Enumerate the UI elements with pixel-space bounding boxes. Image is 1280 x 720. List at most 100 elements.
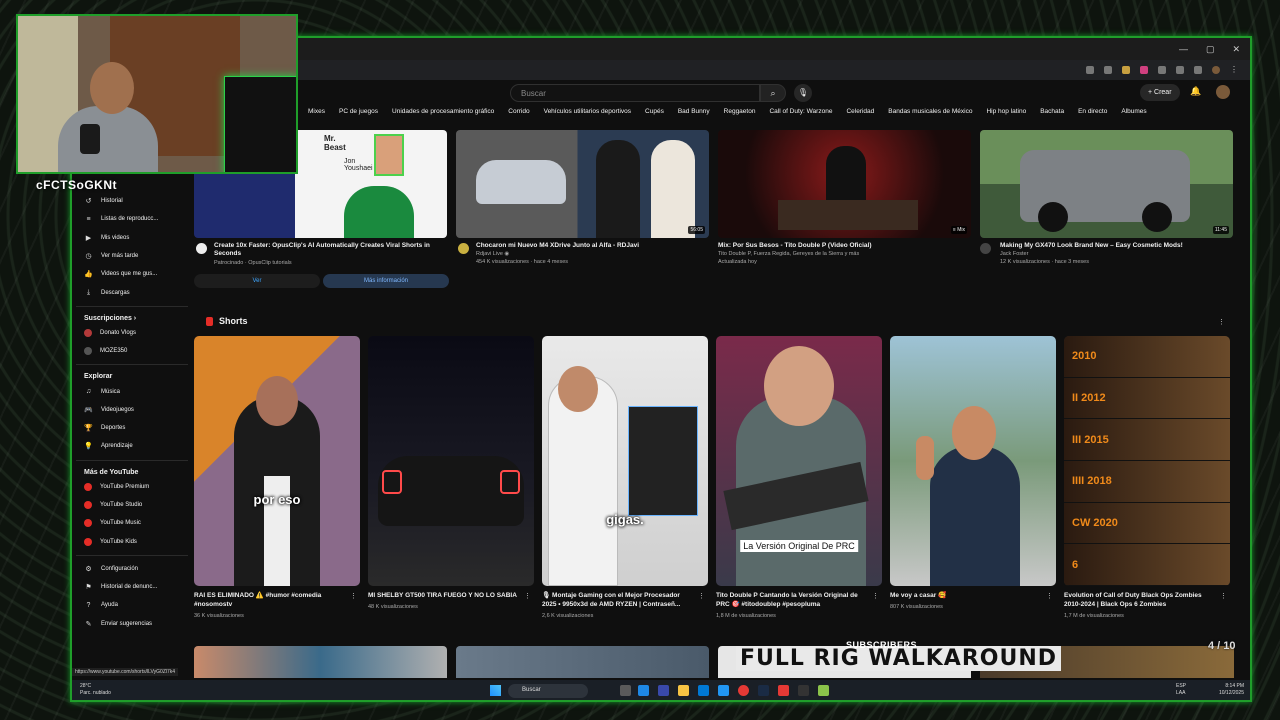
sidebar-item[interactable]: YouTube Music	[76, 514, 188, 532]
account-avatar[interactable]	[1216, 85, 1230, 99]
short-title[interactable]: 🎙 Montaje Gaming con el Mejor Procesador…	[542, 592, 692, 609]
sidebar-item[interactable]: YouTube Studio	[76, 496, 188, 514]
extension-icon[interactable]	[1086, 66, 1094, 74]
channel-avatar[interactable]	[980, 243, 991, 254]
steam-icon[interactable]	[758, 685, 769, 696]
sidebar-item[interactable]: ↺ Historial	[76, 192, 188, 210]
channel-avatar[interactable]	[458, 243, 469, 254]
app-icon[interactable]	[778, 685, 789, 696]
filter-chip[interactable]: En directo	[1078, 108, 1107, 122]
short-thumbnail[interactable]: La Versión Original De PRC	[716, 336, 882, 586]
sidebar-item[interactable]: YouTube Premium	[76, 478, 188, 496]
sidebar-item[interactable]: 🏆 Deportes	[76, 419, 188, 437]
filter-chip[interactable]: Cupés	[645, 108, 664, 122]
sidebar-item[interactable]: 💡 Aprendizaje	[76, 437, 188, 455]
app-icon[interactable]	[698, 685, 709, 696]
short-title[interactable]: MI SHELBY GT500 TIRA FUEGO Y NO LO SABIA	[368, 592, 518, 601]
filter-chip[interactable]: Hip hop latino	[986, 108, 1026, 122]
ad-more-info-button[interactable]: Más información	[323, 274, 449, 288]
minimize-button[interactable]: —	[1179, 44, 1188, 54]
video-title[interactable]: Making My GX470 Look Brand New – Easy Co…	[1000, 242, 1230, 250]
short-title[interactable]: Tito Double P Cantando la Versión Origin…	[716, 592, 866, 609]
language-indicator[interactable]: ESP LAA	[1176, 683, 1190, 697]
sidebar-item[interactable]: Donato Vlogs	[76, 324, 188, 342]
notifications-icon[interactable]: 🔔	[1190, 86, 1201, 97]
sidebar-item[interactable]: ≡ Listas de reproducc...	[76, 210, 188, 228]
channel-avatar[interactable]	[196, 243, 207, 254]
sidebar-item[interactable]: ♫ Música	[76, 382, 188, 400]
filter-chip[interactable]: Mixes	[308, 108, 325, 122]
chrome-icon[interactable]	[738, 685, 749, 696]
sidebar-item[interactable]: 🎮 Videojuegos	[76, 401, 188, 419]
video-title[interactable]: Create 10x Faster: OpusClip's AI Automat…	[214, 242, 439, 258]
sidebar-item[interactable]: ▶ Mis videos	[76, 229, 188, 247]
extension-icon[interactable]	[1176, 66, 1184, 74]
video-title[interactable]: Mix: Por Sus Besos - Tito Double P (Vide…	[718, 242, 958, 250]
filter-chip[interactable]: Unidades de procesamiento gráfico	[392, 108, 494, 122]
sidebar-item[interactable]: ✎ Enviar sugerencias	[76, 615, 188, 633]
video-thumbnail[interactable]: 11:45	[980, 130, 1233, 238]
app-icon[interactable]	[798, 685, 809, 696]
edge-icon[interactable]	[638, 685, 649, 696]
close-button[interactable]: ✕	[1232, 44, 1240, 55]
sidebar-item[interactable]: 👍 Videos que me gus...	[76, 265, 188, 283]
short-title[interactable]: Me voy a casar 🥰	[890, 592, 1040, 601]
extension-icon[interactable]	[1140, 66, 1148, 74]
filter-chip[interactable]: Vehículos utilitarios deportivos	[544, 108, 631, 122]
filter-chip[interactable]: PC de juegos	[339, 108, 378, 122]
short-thumbnail[interactable]	[890, 336, 1056, 586]
extension-icon[interactable]	[1122, 66, 1130, 74]
video-thumbnail[interactable]: ≡ Mix	[718, 130, 971, 238]
sidebar-item[interactable]: YouTube Kids	[76, 532, 188, 550]
search-input[interactable]: Buscar	[510, 84, 760, 102]
more-options-icon[interactable]: ⋮	[1218, 318, 1225, 326]
taskview-icon[interactable]	[620, 685, 631, 696]
start-icon[interactable]	[490, 685, 501, 696]
sidebar-item[interactable]: ◷ Ver más tarde	[76, 247, 188, 265]
weather-widget[interactable]: 28°C Parc. nublado	[80, 683, 111, 697]
extension-icon[interactable]	[1194, 66, 1202, 74]
more-options-icon[interactable]: ⋮	[1220, 592, 1227, 600]
sidebar-item[interactable]: MOZE350	[76, 342, 188, 360]
sidebar-item[interactable]: ⤓ Descargas	[76, 283, 188, 301]
filter-chip[interactable]: Bad Bunny	[678, 108, 710, 122]
sidebar-item[interactable]: ⚑ Historial de denunc...	[76, 578, 188, 596]
short-thumbnail[interactable]: gigas.	[542, 336, 708, 586]
search-icon[interactable]: ⌕	[760, 84, 786, 102]
short-title[interactable]: Evolution of Call of Duty Black Ops Zomb…	[1064, 592, 1214, 609]
sidebar-item[interactable]: ? Ayuda	[76, 596, 188, 614]
short-thumbnail[interactable]: 2010 II 2012 III 2015 IIII 2018 CW 2020 6	[1064, 336, 1230, 586]
app-icon[interactable]	[818, 685, 829, 696]
more-options-icon[interactable]: ⋮	[872, 592, 879, 600]
app-icon[interactable]	[658, 685, 669, 696]
short-thumbnail[interactable]	[368, 336, 534, 586]
video-thumbnail[interactable]	[194, 646, 447, 678]
filter-chip[interactable]: Álbumes	[1121, 108, 1146, 122]
menu-icon[interactable]: ⋮	[1230, 66, 1238, 74]
taskbar-search[interactable]: Buscar	[508, 684, 588, 698]
more-options-icon[interactable]: ⋮	[1046, 592, 1053, 600]
app-icon[interactable]	[718, 685, 729, 696]
filter-chip[interactable]: Bachata	[1040, 108, 1064, 122]
more-options-icon[interactable]: ⋮	[524, 592, 531, 600]
filter-chip[interactable]: Reggaeton	[724, 108, 756, 122]
maximize-button[interactable]: ▢	[1206, 44, 1215, 55]
filter-chip[interactable]: Bandas musicales de México	[888, 108, 972, 122]
more-options-icon[interactable]: ⋮	[698, 592, 705, 600]
short-thumbnail[interactable]: por eso	[194, 336, 360, 586]
profile-icon[interactable]	[1212, 66, 1220, 74]
filter-chip[interactable]: Call of Duty: Warzone	[769, 108, 832, 122]
extension-icon[interactable]	[1158, 66, 1166, 74]
filter-chip[interactable]: Celeridad	[846, 108, 874, 122]
video-title[interactable]: Chocaron mi Nuevo M4 XDrive Junto al Alf…	[476, 242, 701, 250]
short-title[interactable]: RAI ES ELIMINADO ⚠️ #humor #comedia #nos…	[194, 592, 344, 609]
mic-icon[interactable]: 🎙	[794, 84, 812, 102]
ad-view-button[interactable]: Ver	[194, 274, 320, 288]
more-options-icon[interactable]: ⋮	[350, 592, 357, 600]
video-thumbnail[interactable]: 56:05	[456, 130, 709, 238]
subscriptions-header[interactable]: Suscripciones ›	[76, 305, 188, 324]
create-button[interactable]: + Crear	[1140, 84, 1180, 101]
clock[interactable]: 8:14 PM 10/12/2025	[1219, 683, 1244, 697]
sidebar-item[interactable]: ⚙ Configuración	[76, 560, 188, 578]
bookmark-icon[interactable]	[1104, 66, 1112, 74]
